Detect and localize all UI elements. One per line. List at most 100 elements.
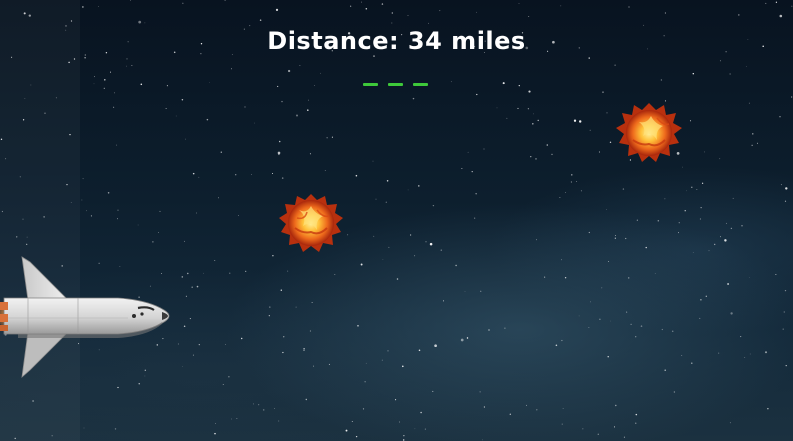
star [396, 278, 399, 280]
star [673, 391, 676, 393]
star [738, 14, 740, 16]
star [198, 343, 200, 346]
space-shuttle-icon[interactable] [0, 252, 178, 382]
star [729, 73, 731, 75]
star [314, 84, 315, 86]
star [471, 170, 473, 173]
star [502, 82, 505, 85]
star [767, 408, 769, 410]
star [152, 241, 154, 243]
star [268, 315, 270, 317]
star [347, 234, 349, 236]
star [432, 204, 435, 207]
star [434, 344, 437, 348]
star [609, 141, 612, 144]
star [114, 428, 117, 430]
star [269, 306, 271, 308]
star [192, 354, 194, 356]
star [599, 318, 601, 320]
star [365, 7, 368, 10]
star [597, 433, 599, 435]
star [700, 299, 702, 301]
star [627, 277, 630, 279]
star [561, 423, 563, 425]
star [138, 20, 142, 24]
star [189, 318, 191, 320]
star [262, 409, 265, 411]
star [196, 285, 199, 288]
star [355, 174, 358, 177]
star [562, 408, 564, 409]
star [615, 404, 617, 407]
star [528, 90, 531, 93]
star [258, 404, 260, 406]
star [791, 5, 793, 7]
star [625, 237, 627, 240]
star [403, 435, 405, 437]
star [555, 344, 558, 347]
star [440, 249, 442, 251]
star [528, 16, 530, 17]
star [402, 365, 404, 368]
star [483, 406, 485, 408]
star [303, 348, 305, 350]
star [228, 376, 230, 378]
star [114, 92, 115, 94]
star [598, 151, 600, 153]
star [691, 186, 693, 189]
star [630, 323, 632, 326]
star [536, 409, 538, 411]
star [198, 176, 200, 178]
star [308, 99, 309, 101]
star [442, 300, 445, 302]
star [113, 106, 115, 108]
star [399, 421, 400, 423]
star [254, 122, 255, 124]
star [303, 349, 305, 351]
star [559, 197, 561, 198]
star [159, 210, 161, 212]
star [181, 365, 183, 367]
star [126, 58, 128, 60]
star [488, 329, 490, 331]
star [218, 197, 219, 199]
star [331, 136, 333, 138]
star [229, 272, 231, 274]
star [222, 384, 224, 385]
star [420, 411, 422, 414]
star [785, 364, 787, 367]
star [645, 246, 647, 249]
star [214, 432, 216, 435]
star [681, 355, 683, 357]
star [140, 83, 143, 86]
star [730, 227, 733, 230]
star [385, 201, 387, 203]
star [350, 5, 352, 7]
star [131, 65, 133, 66]
star [278, 140, 281, 143]
star [682, 166, 683, 168]
game-canvas[interactable]: Distance: 34 miles [0, 0, 793, 441]
star [696, 189, 698, 190]
star [623, 436, 625, 438]
star [326, 137, 328, 139]
star [283, 336, 285, 338]
star [244, 106, 246, 108]
star [613, 426, 616, 428]
star [275, 8, 279, 12]
star [82, 178, 84, 180]
star [126, 65, 128, 67]
star [386, 180, 389, 182]
star [144, 22, 146, 24]
star [691, 362, 693, 364]
star [476, 11, 477, 13]
star [749, 277, 750, 278]
star [238, 215, 239, 216]
star [606, 112, 608, 114]
star [324, 170, 326, 171]
star [177, 343, 179, 345]
star [224, 0, 226, 1]
star [103, 87, 105, 89]
star [307, 109, 309, 111]
star [614, 64, 616, 66]
